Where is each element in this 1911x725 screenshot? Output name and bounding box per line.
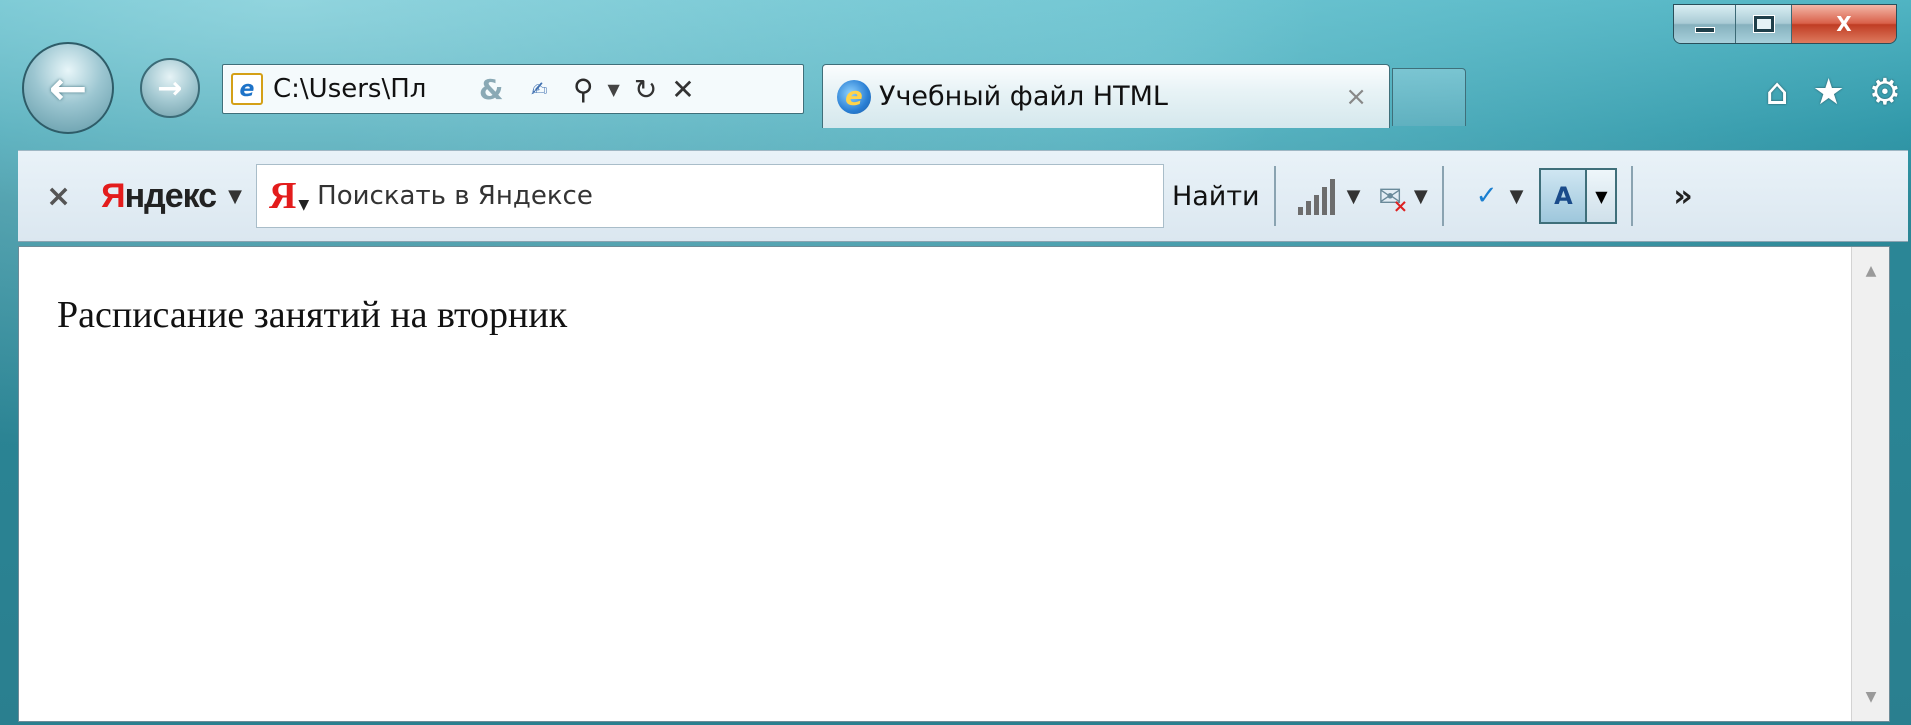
tab-title: Учебный файл HTML <box>879 81 1168 112</box>
minimize-button[interactable] <box>1674 5 1736 43</box>
tab-active[interactable]: e Учебный файл HTML × <box>822 64 1390 128</box>
chevron-down-icon[interactable]: ▼ <box>1347 186 1361 207</box>
chevron-down-icon[interactable]: ▼ <box>298 197 309 213</box>
stop-icon[interactable]: ✕ <box>671 73 694 106</box>
close-window-button[interactable]: X <box>1792 5 1896 43</box>
yandex-brand-letter: Я <box>101 176 125 215</box>
maximize-icon <box>1752 15 1775 33</box>
back-button[interactable]: ← <box>22 42 114 134</box>
scroll-down-arrow-icon[interactable]: ▼ <box>1852 679 1890 715</box>
favorites-star-icon[interactable]: ★ <box>1812 72 1844 113</box>
signal-icon[interactable] <box>1297 177 1335 215</box>
window-caption-buttons: X <box>1673 4 1897 44</box>
address-bar[interactable]: e C:\Users\Пл & ✍ ⚲ ▼ ↻ ✕ <box>222 64 804 114</box>
page-content: Расписание занятий на вторник ▲ ▼ <box>18 246 1890 722</box>
yandex-search-box[interactable]: Я ▼ <box>255 164 1164 228</box>
refresh-icon[interactable]: ↻ <box>634 73 657 106</box>
navigation-row: ← → e C:\Users\Пл & ✍ ⚲ ▼ ↻ ✕ e Учебный … <box>18 42 1911 134</box>
page-icon: e <box>231 73 263 105</box>
tab-close-icon[interactable]: × <box>1345 82 1367 112</box>
compatibility-view-icon[interactable]: & <box>479 73 517 106</box>
yandex-toolbar: × Яндекс ▼ Я ▼ Найти ▼ ✉× ▼ ✓ ▼ A ▼ » <box>18 150 1908 242</box>
ie-icon: e <box>837 79 871 114</box>
chevron-down-icon[interactable]: ▼ <box>608 80 620 99</box>
translate-button[interactable]: A <box>1539 168 1588 224</box>
page-heading-text: Расписание занятий на вторник <box>57 294 568 336</box>
address-tools: & ✍ ⚲ ▼ ↻ ✕ <box>479 73 695 106</box>
minimize-icon <box>1694 27 1715 33</box>
address-text[interactable]: C:\Users\Пл <box>273 74 473 104</box>
toolbar-separator <box>1273 166 1276 226</box>
toolbar-close-icon[interactable]: × <box>46 179 71 214</box>
forward-button[interactable]: → <box>140 58 200 118</box>
yandex-menu[interactable]: Яндекс <box>101 176 218 216</box>
new-tab-button[interactable] <box>1392 68 1466 126</box>
close-icon: X <box>1836 12 1852 36</box>
toolbar-more-button[interactable]: » <box>1673 179 1692 214</box>
toolbar-separator <box>1441 166 1444 226</box>
translate-dropdown[interactable]: ▼ <box>1587 168 1618 224</box>
arrow-right-icon: → <box>157 70 183 106</box>
translate-icon: A <box>1554 182 1573 210</box>
find-button[interactable]: Найти <box>1172 181 1260 212</box>
search-icon[interactable]: ⚲ <box>573 73 594 106</box>
gear-icon[interactable]: ⚙ <box>1869 72 1901 113</box>
browser-icons: ⌂ ★ ⚙ <box>1766 72 1901 113</box>
mail-icon[interactable]: ✉ × <box>1378 180 1407 217</box>
language-icon[interactable]: ✍ <box>531 77 559 101</box>
yandex-brand-rest: ндекс <box>124 176 218 215</box>
vertical-scrollbar[interactable]: ▲ ▼ <box>1851 247 1889 721</box>
chevron-down-icon[interactable]: ▼ <box>1510 186 1524 207</box>
scroll-up-arrow-icon[interactable]: ▲ <box>1852 253 1890 289</box>
spellcheck-icon[interactable]: ✓ <box>1476 181 1498 211</box>
yandex-search-input[interactable] <box>317 181 1098 211</box>
browser-window: X ← → e C:\Users\Пл & ✍ ⚲ ▼ ↻ ✕ e Учебны… <box>0 0 1911 725</box>
home-icon[interactable]: ⌂ <box>1766 72 1789 113</box>
chevron-down-icon[interactable]: ▼ <box>228 186 242 207</box>
arrow-left-icon: ← <box>48 61 88 115</box>
yandex-search-logo[interactable]: Я <box>269 174 296 218</box>
chevron-down-icon[interactable]: ▼ <box>1414 186 1428 207</box>
maximize-button[interactable] <box>1736 5 1792 43</box>
toolbar-separator <box>1631 166 1634 226</box>
